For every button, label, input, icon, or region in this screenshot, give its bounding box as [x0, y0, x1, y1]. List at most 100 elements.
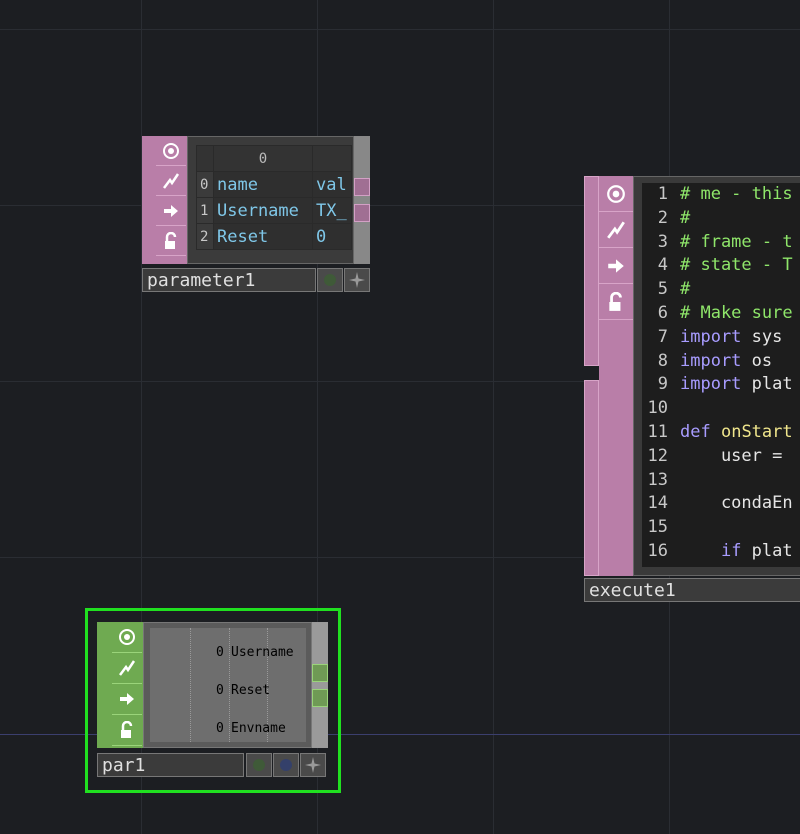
code-line[interactable]: 16 if plat: [642, 540, 800, 564]
circle-flag-icon[interactable]: [273, 753, 299, 777]
line-number: 9: [657, 374, 668, 395]
code-token: #: [680, 207, 691, 228]
code-line[interactable]: 9 import plat: [642, 373, 800, 397]
code-viewer[interactable]: 1 # me - this 2 #3 # frame - t 4 # state - T 5 #…: [642, 183, 800, 567]
node-name[interactable]: parameter1: [142, 268, 316, 292]
target-icon[interactable]: [112, 622, 142, 653]
code-line[interactable]: 15: [642, 516, 800, 540]
parameter-table: 0 0 name val 1 Username TX_ 2 Reset 0: [196, 145, 352, 250]
arrow-right-icon[interactable]: [112, 684, 142, 715]
grid-line: [493, 0, 494, 834]
star-icon[interactable]: [344, 268, 370, 292]
code-token: if: [720, 540, 742, 561]
lock-icon[interactable]: [599, 284, 633, 320]
code-token: # frame - t: [680, 231, 793, 252]
line-number: 6: [657, 302, 668, 323]
code-token: # Make sure: [680, 302, 793, 323]
code-line[interactable]: 14 condaEn: [642, 492, 800, 516]
lightning-icon[interactable]: [112, 653, 142, 684]
header-corner: [196, 145, 214, 172]
lock-icon[interactable]: [112, 715, 142, 746]
line-number: 13: [647, 469, 668, 490]
output-connector[interactable]: [354, 178, 370, 196]
row-index: 1: [196, 197, 214, 224]
code-line[interactable]: 4 # state - T: [642, 254, 800, 278]
table-header-row: 0: [196, 145, 352, 172]
code-line[interactable]: 6 # Make sure: [642, 302, 800, 326]
input-connector[interactable]: [584, 380, 599, 576]
lightning-icon[interactable]: [599, 212, 633, 248]
code-token: condaEn: [680, 493, 793, 514]
code-token: # state - T: [680, 255, 793, 276]
code-line[interactable]: 2 #: [642, 207, 800, 231]
table-row: 1 Username TX_: [196, 197, 352, 224]
code-token: # me - this: [680, 184, 793, 204]
code-line[interactable]: 8 import os: [642, 350, 800, 374]
code-line[interactable]: 5 #: [642, 278, 800, 302]
code-line[interactable]: 13: [642, 469, 800, 493]
code-line[interactable]: 11 def onStart: [642, 421, 800, 445]
code-token: sys: [741, 326, 783, 347]
channel-value: 0: [216, 645, 224, 660]
input-connector[interactable]: [584, 176, 599, 366]
code-token: user =: [680, 445, 793, 466]
arrow-right-icon[interactable]: [156, 196, 186, 226]
output-connector[interactable]: [354, 204, 370, 222]
output-connector[interactable]: [312, 689, 328, 707]
node-name[interactable]: execute1: [584, 578, 800, 602]
row-index: 0: [196, 171, 214, 198]
line-number: 5: [657, 279, 668, 300]
line-number: 1: [657, 184, 668, 204]
table-cell[interactable]: 0: [312, 223, 352, 250]
grid-line: [0, 29, 800, 30]
channel-name: Envname: [231, 721, 286, 736]
column-header: 0: [213, 145, 313, 172]
output-connector[interactable]: [312, 664, 328, 682]
row-index: 2: [196, 223, 214, 250]
viewer-scrollbar[interactable]: [354, 136, 370, 264]
code-line[interactable]: 7 import sys: [642, 326, 800, 350]
circle-flag-icon[interactable]: [317, 268, 343, 292]
code-line[interactable]: 12 user =: [642, 445, 800, 469]
code-token: def: [680, 421, 711, 442]
line-number: 10: [647, 398, 668, 419]
table-cell[interactable]: TX_: [312, 197, 352, 224]
target-icon[interactable]: [156, 136, 186, 166]
line-number: 11: [647, 421, 668, 442]
table-cell[interactable]: Username: [213, 197, 313, 224]
table-cell[interactable]: name: [213, 171, 313, 198]
channel-value: 0: [216, 721, 224, 736]
channel-value: 0: [216, 683, 224, 698]
code-token: onStart: [720, 421, 793, 442]
code-token: import: [680, 326, 742, 347]
code-token: import: [680, 350, 742, 371]
line-number: 12: [647, 445, 668, 466]
viewer-scrollbar[interactable]: [312, 622, 328, 748]
code-line[interactable]: 3 # frame - t: [642, 231, 800, 255]
divider: [190, 628, 191, 742]
arrow-right-icon[interactable]: [599, 248, 633, 284]
star-icon[interactable]: [300, 753, 326, 777]
code-token: import: [680, 374, 742, 395]
table-cell[interactable]: Reset: [213, 223, 313, 250]
code-token: os: [741, 350, 773, 371]
target-icon[interactable]: [599, 176, 633, 212]
lightning-icon[interactable]: [156, 166, 186, 196]
table-row: 0 name val: [196, 171, 352, 198]
circle-flag-icon[interactable]: [246, 753, 272, 777]
line-number: 3: [657, 231, 668, 252]
divider: [229, 628, 230, 742]
line-number: 15: [647, 517, 668, 538]
node-name[interactable]: par1: [97, 753, 244, 777]
code-token: plat: [741, 374, 793, 395]
line-number: 16: [647, 540, 668, 561]
lock-icon[interactable]: [156, 226, 186, 256]
line-number: 2: [657, 207, 668, 228]
table-cell[interactable]: val: [312, 171, 352, 198]
table-viewer[interactable]: 0 0 name val 1 Username TX_ 2 Reset 0: [187, 136, 354, 264]
code-line[interactable]: 1 # me - this: [642, 183, 800, 207]
line-number: 4: [657, 255, 668, 276]
line-number: 8: [657, 350, 668, 371]
code-line[interactable]: 10: [642, 397, 800, 421]
